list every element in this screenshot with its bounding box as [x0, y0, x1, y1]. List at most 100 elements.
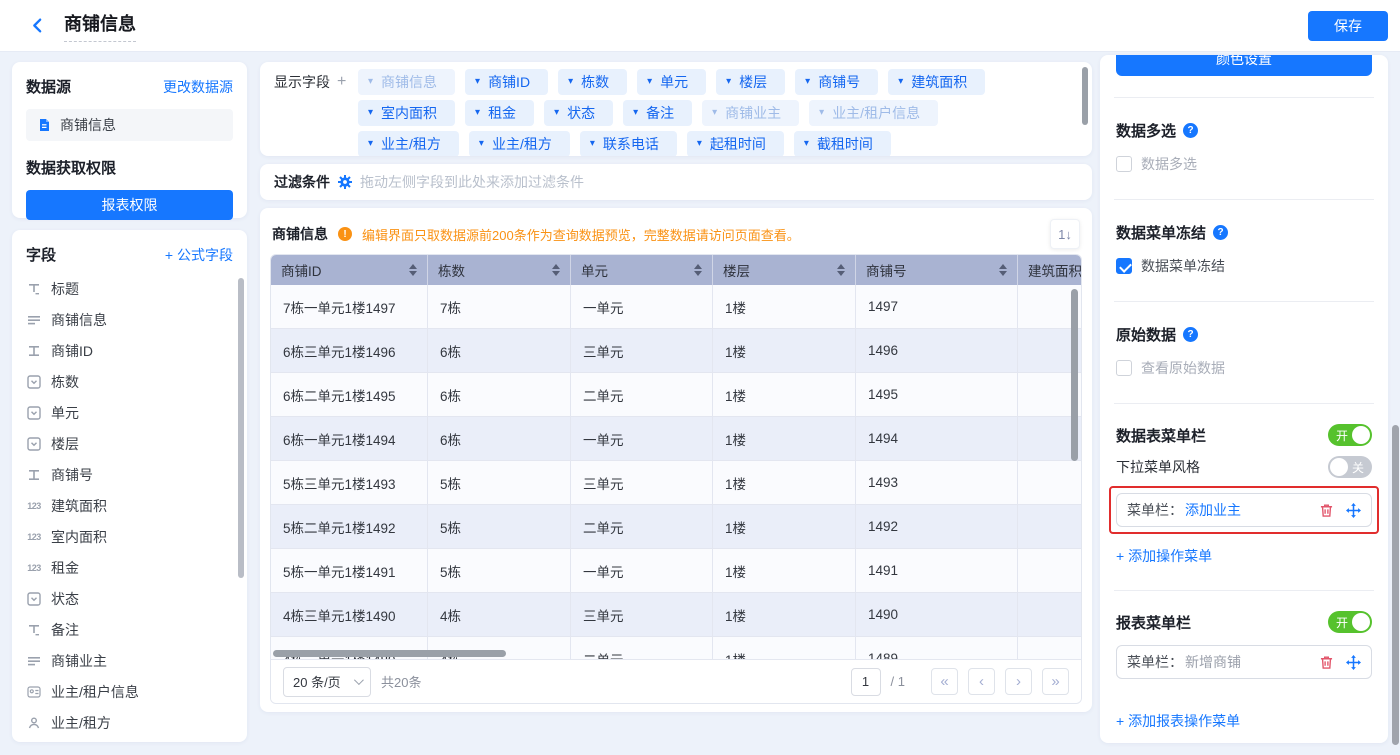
field-chip[interactable]: ▾备注	[623, 100, 692, 126]
field-item[interactable]: 备注	[26, 614, 233, 645]
column-header[interactable]: 单元	[571, 255, 713, 285]
gear-icon[interactable]	[338, 175, 352, 189]
move-icon[interactable]	[1346, 503, 1361, 518]
field-item[interactable]: 商铺业主	[26, 645, 233, 676]
table-row[interactable]: 6栋二单元1楼14956栋二单元1楼1495	[271, 373, 1081, 417]
table-vertical-scrollbar[interactable]	[1071, 289, 1078, 461]
field-chip[interactable]: ▾业主/租方	[358, 131, 459, 156]
add-action-menu-link[interactable]: + 添加操作菜单	[1116, 546, 1212, 566]
table-row[interactable]: 6栋三单元1楼14966栋三单元1楼1496	[271, 329, 1081, 373]
field-chip[interactable]: ▾建筑面积	[888, 69, 985, 95]
first-page-button[interactable]: «	[931, 668, 958, 695]
last-page-button[interactable]: »	[1042, 668, 1069, 695]
report-permission-button[interactable]: 报表权限	[26, 190, 233, 220]
field-chip[interactable]: ▾起租时间	[687, 131, 784, 156]
column-header[interactable]: 建筑面积	[1018, 255, 1081, 285]
report-menu-item[interactable]: 菜单栏： 新增商铺	[1116, 645, 1372, 679]
datasource-item[interactable]: 商铺信息	[26, 109, 233, 141]
field-chip[interactable]: ▾商铺ID	[465, 69, 548, 95]
cell: 1493	[856, 461, 1018, 505]
multi-select-checkbox[interactable]	[1116, 156, 1132, 172]
field-item[interactable]: 标题	[26, 273, 233, 304]
menu-freeze-checkbox[interactable]	[1116, 258, 1132, 274]
field-chip[interactable]: ▾栋数	[558, 69, 627, 95]
field-chip[interactable]: ▾单元	[637, 69, 706, 95]
help-icon[interactable]: ?	[1213, 225, 1228, 240]
cell	[1018, 637, 1081, 659]
color-settings-button[interactable]: 颜色设置	[1116, 55, 1372, 76]
cell: 4栋三单元1楼1490	[271, 593, 428, 637]
trash-icon[interactable]	[1319, 655, 1334, 670]
field-item[interactable]: 状态	[26, 583, 233, 614]
menu-item-link[interactable]: 添加业主	[1185, 500, 1241, 520]
next-page-button[interactable]: ›	[1005, 668, 1032, 695]
sort-settings-button[interactable]: 1↓	[1050, 219, 1080, 249]
page-scrollbar[interactable]	[1392, 425, 1399, 745]
dropdown-style-toggle[interactable]: 关	[1328, 456, 1372, 478]
raw-data-checkbox[interactable]	[1116, 360, 1132, 376]
fields-scrollbar[interactable]	[238, 278, 244, 578]
table-row[interactable]: 7栋一单元1楼14977栋一单元1楼1497	[271, 285, 1081, 329]
menu-item-link[interactable]: 新增商铺	[1185, 652, 1241, 672]
field-item[interactable]: 楼层	[26, 428, 233, 459]
trash-icon[interactable]	[1319, 503, 1334, 518]
sort-icon[interactable]	[837, 264, 845, 276]
field-item[interactable]: 123租金	[26, 552, 233, 583]
field-label: 商铺业主	[51, 651, 107, 671]
display-fields-scrollbar[interactable]	[1082, 67, 1088, 125]
field-chip[interactable]: ▾室内面积	[358, 100, 455, 126]
help-icon[interactable]: ?	[1183, 327, 1198, 342]
save-button[interactable]: 保存	[1308, 11, 1388, 41]
field-chip[interactable]: ▾截租时间	[794, 131, 891, 156]
field-chip[interactable]: ▾租金	[465, 100, 534, 126]
add-display-field-icon[interactable]: +	[337, 69, 346, 95]
cell: 一单元	[571, 417, 713, 461]
field-chip[interactable]: ▾商铺号	[795, 69, 878, 95]
field-item[interactable]: 123建筑面积	[26, 490, 233, 521]
add-formula-field-link[interactable]: + 公式字段	[165, 245, 233, 265]
sort-icon[interactable]	[409, 264, 417, 276]
field-item[interactable]: 商铺号	[26, 459, 233, 490]
field-item[interactable]: 栋数	[26, 366, 233, 397]
column-header[interactable]: 商铺ID	[271, 255, 428, 285]
table-row[interactable]: 5栋一单元1楼14915栋一单元1楼1491	[271, 549, 1081, 593]
table-menu-toggle[interactable]: 开	[1328, 424, 1372, 446]
field-chip[interactable]: ▾状态	[544, 100, 613, 126]
back-icon[interactable]	[26, 15, 48, 37]
field-chip[interactable]: ▾楼层	[716, 69, 785, 95]
table-horizontal-scrollbar[interactable]	[273, 650, 506, 657]
add-report-action-menu-link[interactable]: + 添加报表操作菜单	[1116, 711, 1240, 731]
move-icon[interactable]	[1346, 655, 1361, 670]
cell: 一单元	[571, 285, 713, 329]
page-number-input[interactable]: 1	[851, 668, 881, 696]
field-item[interactable]: 123室内面积	[26, 521, 233, 552]
field-item[interactable]: 商铺ID	[26, 335, 233, 366]
field-item[interactable]: 单元	[26, 397, 233, 428]
field-chip[interactable]: ▾联系电话	[580, 131, 677, 156]
report-menu-toggle[interactable]: 开	[1328, 611, 1372, 633]
filter-dropzone[interactable]: 拖动左侧字段到此处来添加过滤条件	[360, 172, 584, 192]
table-row[interactable]: 4栋三单元1楼14904栋三单元1楼1490	[271, 593, 1081, 637]
table-menu-item[interactable]: 菜单栏： 添加业主	[1116, 493, 1372, 527]
chevron-down-icon: ▾	[368, 100, 373, 126]
column-label: 单元	[581, 260, 608, 280]
page-size-select[interactable]: 20 条/页	[283, 667, 371, 697]
number-icon: 123	[26, 529, 42, 545]
field-item[interactable]: 业主/租方	[26, 707, 233, 738]
field-item[interactable]: 业主/租户信息	[26, 676, 233, 707]
sort-icon[interactable]	[999, 264, 1007, 276]
column-header[interactable]: 楼层	[713, 255, 856, 285]
sort-icon[interactable]	[694, 264, 702, 276]
change-datasource-link[interactable]: 更改数据源	[163, 77, 233, 97]
table-row[interactable]: 5栋三单元1楼14935栋三单元1楼1493	[271, 461, 1081, 505]
column-header[interactable]: 商铺号	[856, 255, 1018, 285]
field-item[interactable]: 商铺信息	[26, 304, 233, 335]
help-icon[interactable]: ?	[1183, 123, 1198, 138]
sort-icon[interactable]	[552, 264, 560, 276]
prev-page-button[interactable]: ‹	[968, 668, 995, 695]
field-chip[interactable]: ▾业主/租方	[469, 131, 570, 156]
field-label: 业主/租户信息	[51, 682, 139, 702]
column-header[interactable]: 栋数	[428, 255, 571, 285]
table-row[interactable]: 5栋二单元1楼14925栋二单元1楼1492	[271, 505, 1081, 549]
table-row[interactable]: 6栋一单元1楼14946栋一单元1楼1494	[271, 417, 1081, 461]
